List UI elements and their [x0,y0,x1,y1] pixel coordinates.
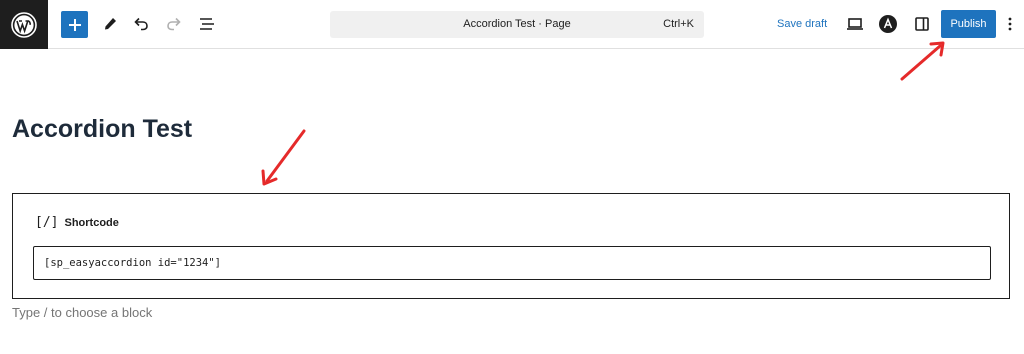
editor-header: Accordion Test · Page Ctrl+K Save draft … [0,0,1024,49]
page-title[interactable]: Accordion Test [12,115,192,144]
command-shortcut-hint: Ctrl+K [663,18,694,30]
save-draft-button[interactable]: Save draft [777,18,827,30]
undo-button[interactable] [128,11,154,37]
block-appender-placeholder[interactable]: Type / to choose a block [12,305,152,320]
wordpress-logo-icon [11,11,37,38]
redo-button[interactable] [161,11,187,37]
undo-icon [134,17,148,31]
desktop-preview-icon [847,18,863,30]
publish-button[interactable]: Publish [941,10,996,38]
sidebar-toggle-icon [915,17,929,31]
settings-sidebar-button[interactable] [909,11,935,37]
block-label: [/] Shortcode [35,215,119,230]
add-block-button[interactable] [61,11,88,38]
astra-icon [879,15,897,33]
pencil-icon [105,18,116,30]
annotation-arrow-publish [900,41,945,81]
list-view-icon [200,18,214,30]
list-view-button[interactable] [194,11,220,37]
wordpress-logo-button[interactable] [0,0,48,49]
shortcode-block[interactable]: [/] Shortcode [sp_easyaccordion id="1234… [12,193,1010,299]
more-options-icon [1008,17,1012,31]
astra-settings-button[interactable] [875,11,901,37]
tools-button[interactable] [97,11,123,37]
block-label-text: Shortcode [64,216,119,229]
annotation-arrow-shortcode [261,129,306,186]
command-palette-bar[interactable]: Accordion Test · Page Ctrl+K [330,11,704,38]
preview-button[interactable] [842,11,868,37]
plus-icon [68,18,81,31]
shortcode-input[interactable]: [sp_easyaccordion id="1234"] [33,246,991,280]
shortcode-icon: [/] [35,215,59,230]
options-button[interactable] [1002,11,1018,37]
document-title: Accordion Test · Page [463,18,571,30]
redo-icon [167,17,181,31]
